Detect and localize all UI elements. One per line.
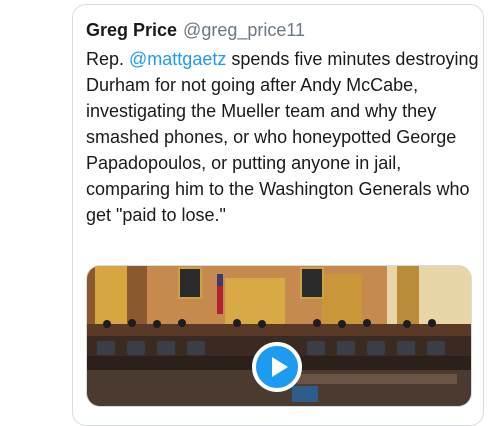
video-thumbnail[interactable]	[86, 265, 472, 407]
author-handle[interactable]: @greg_price11	[183, 20, 305, 41]
mention-link[interactable]: @mattgaetz	[129, 49, 226, 69]
author-display-name[interactable]: Greg Price	[86, 20, 177, 41]
play-button[interactable]	[252, 342, 302, 392]
tweet-text: Rep. @mattgaetz spends five minutes dest…	[86, 46, 481, 228]
tweet-text-body: spends five minutes destroying Durham fo…	[86, 49, 479, 225]
play-icon	[271, 357, 288, 377]
tweet-text-prefix: Rep.	[86, 49, 130, 69]
tweet-header: Greg Price @greg_price11	[86, 20, 305, 41]
